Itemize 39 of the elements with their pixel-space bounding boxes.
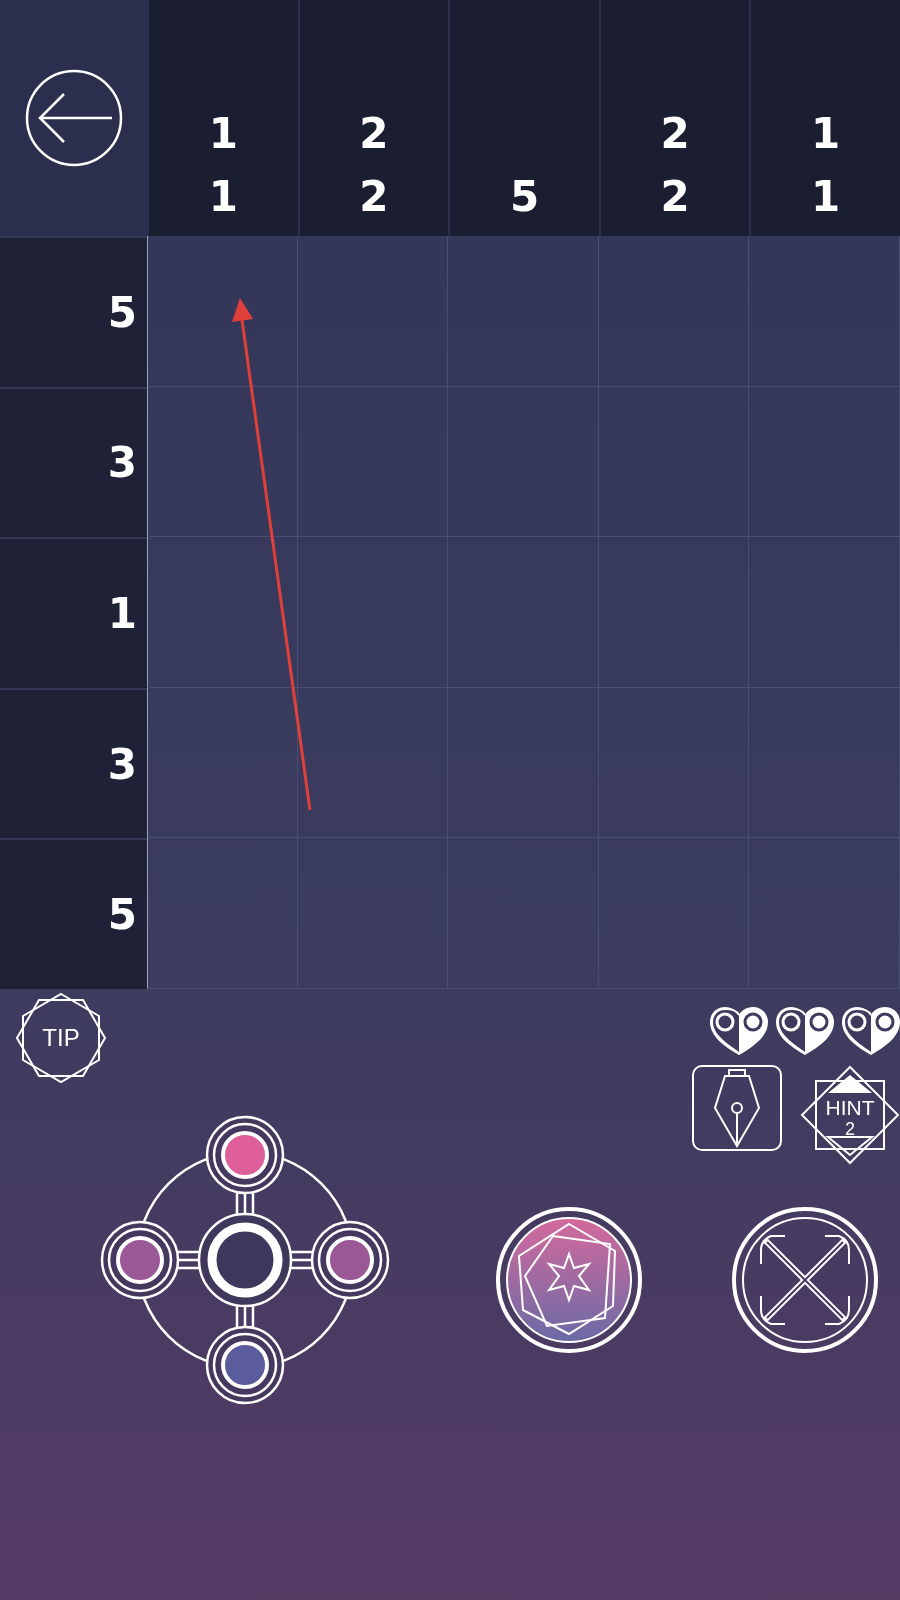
clue-number: 2 [359, 171, 389, 223]
clue-number: 1 [208, 108, 238, 160]
heart-icon [840, 1004, 900, 1057]
grid-cell[interactable] [448, 236, 599, 387]
grid-cell[interactable] [749, 386, 900, 538]
grid-cell[interactable] [147, 537, 298, 688]
clue-number: 2 [660, 108, 690, 160]
direction-button[interactable] [205, 1324, 285, 1405]
heart-icon [774, 1004, 836, 1057]
pen-button[interactable] [692, 1064, 782, 1151]
grid-cell[interactable] [147, 838, 298, 989]
heart-icon [708, 1004, 770, 1057]
hint-button[interactable]: HINT 2 [800, 1064, 900, 1165]
grid-cell[interactable] [749, 236, 900, 387]
clue-number: 1 [107, 588, 137, 640]
clue-number: 5 [509, 171, 540, 223]
direction-button[interactable] [205, 1114, 285, 1195]
clue-number: 5 [107, 286, 137, 339]
grid-cell[interactable] [297, 236, 449, 387]
grid-cell[interactable] [598, 236, 750, 387]
cross-button[interactable] [731, 1205, 879, 1354]
grid-cell[interactable] [147, 386, 298, 538]
clue-number: 1 [811, 171, 841, 223]
magic-star-button[interactable] [495, 1205, 643, 1354]
clue-number: 3 [107, 437, 137, 490]
grid-cell[interactable] [147, 687, 298, 839]
direction-button[interactable] [310, 1219, 390, 1300]
grid-cell[interactable] [297, 687, 449, 839]
clue-number: 1 [811, 108, 841, 160]
grid-cell[interactable] [448, 386, 599, 538]
clue-number: 2 [660, 171, 690, 223]
clue-number: 1 [208, 171, 238, 223]
clue-number: 5 [107, 889, 137, 942]
clue-number: 2 [359, 108, 389, 160]
direction-button[interactable] [100, 1219, 180, 1300]
grid-cell[interactable] [598, 386, 750, 538]
clue-number: 3 [107, 738, 137, 791]
grid-cell[interactable] [147, 236, 298, 387]
grid-cell[interactable] [297, 386, 449, 538]
